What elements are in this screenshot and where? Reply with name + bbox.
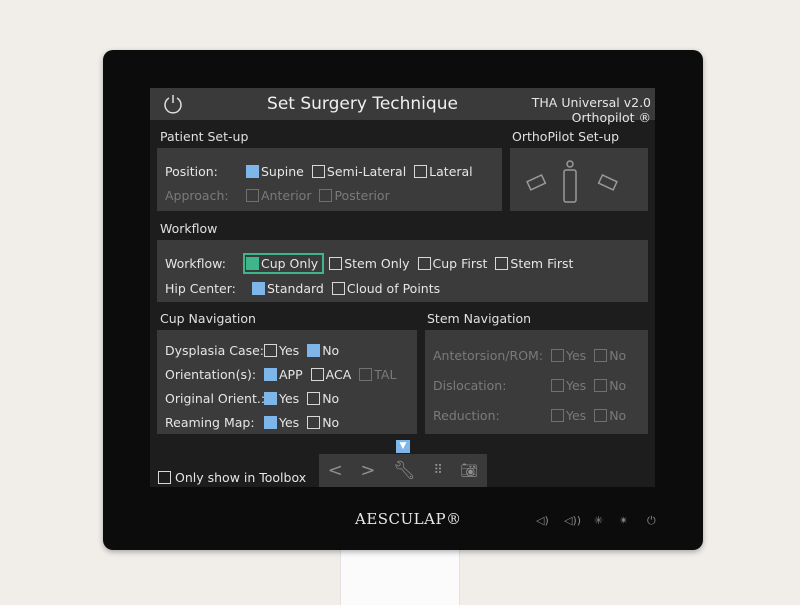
volume-down-icon[interactable]: ◁) (536, 514, 549, 527)
orientation-label: Orientation(s): (165, 367, 257, 382)
aesculap-logo: AESCULAP® (355, 510, 462, 528)
toolbox-checkbox[interactable] (158, 471, 171, 484)
position-semi-lateral[interactable]: Semi-Lateral (311, 164, 406, 179)
hip-center-cloud-of-points[interactable]: Cloud of Points (331, 281, 440, 296)
orientation-aca[interactable]: ACA (310, 367, 351, 382)
dislocation-label: Dislocation: (433, 378, 507, 393)
grid-icon[interactable]: ⠿ (433, 463, 443, 478)
monitor-stand (340, 545, 460, 605)
screen: Set Surgery Technique THA Universal v2.0… (150, 88, 655, 487)
wrench-icon[interactable]: 🔧︎ (393, 460, 416, 481)
position-label: Position: (165, 164, 218, 179)
approach-row: Approach: Anterior Posterior (165, 188, 394, 203)
approach-anterior: Anterior (246, 188, 311, 203)
product-name: THA Universal v2.0 (531, 95, 651, 110)
reduction-row: Reduction: Yes No (433, 408, 630, 423)
reduction-label: Reduction: (433, 408, 500, 423)
workflow-cup-only[interactable]: Cup Only (242, 253, 325, 274)
original-orient-label: Original Orient.: (165, 391, 266, 406)
dislocation-row: Dislocation: Yes No (433, 378, 630, 393)
orientation-tal: TAL (359, 367, 396, 382)
brightness-down-icon[interactable]: ✳ (594, 514, 603, 527)
page-title: Set Surgery Technique (267, 94, 458, 114)
brightness-up-icon[interactable]: ✴ (619, 514, 628, 527)
hardware-power-icon[interactable]: ⏻ (647, 514, 656, 528)
antetorsion-row: Antetorsion/ROM: Yes No (433, 348, 630, 363)
approach-posterior: Posterior (319, 188, 390, 203)
reduction-no: No (594, 408, 626, 423)
orientation-app[interactable]: APP (264, 367, 303, 382)
original-orient-no[interactable]: No (307, 391, 339, 406)
hip-center-label: Hip Center: (165, 281, 236, 296)
orthopilot-setup-heading: OrthoPilot Set-up (512, 129, 620, 144)
hip-center-standard[interactable]: Standard (252, 281, 324, 296)
workflow-heading: Workflow (160, 221, 218, 236)
hip-center-row: Hip Center: Standard Cloud of Points (165, 281, 444, 296)
camera-patient-setup-icon (526, 160, 618, 203)
cup-navigation-heading: Cup Navigation (160, 311, 256, 326)
original-orient-row: Original Orient.: Yes No (165, 391, 343, 406)
toolbox-label: Only show in Toolbox (175, 470, 307, 485)
dysplasia-yes[interactable]: Yes (264, 343, 299, 358)
workflow-cup-first[interactable]: Cup First (417, 256, 487, 271)
position-row: Position: Supine Semi-Lateral Lateral (165, 164, 477, 179)
antetorsion-label: Antetorsion/ROM: (433, 348, 544, 363)
toolbox-option[interactable]: Only show in Toolbox (158, 470, 306, 485)
dysplasia-no[interactable]: No (307, 343, 339, 358)
original-orient-yes[interactable]: Yes (264, 391, 299, 406)
antetorsion-no: No (594, 348, 626, 363)
version-info: THA Universal v2.0 Orthopilot ® (532, 95, 651, 125)
chevron-down-icon[interactable]: ▼ (396, 440, 410, 453)
reaming-map-row: Reaming Map: Yes No (165, 415, 343, 430)
reduction-yes: Yes (551, 408, 586, 423)
position-lateral[interactable]: Lateral (414, 164, 473, 179)
reaming-map-no[interactable]: No (307, 415, 339, 430)
position-supine[interactable]: Supine (246, 164, 304, 179)
toolbar: < > 🔧︎ ⠿ 📷︎ (319, 454, 487, 487)
camera-icon[interactable]: 📷︎ (460, 463, 478, 479)
approach-label: Approach: (165, 188, 229, 203)
back-icon[interactable]: < (328, 460, 343, 481)
orthopilot-setup-panel[interactable] (510, 148, 648, 211)
dislocation-no: No (594, 378, 626, 393)
stem-navigation-heading: Stem Navigation (427, 311, 532, 326)
workflow-stem-only[interactable]: Stem Only (329, 256, 410, 271)
volume-up-icon[interactable]: ◁)) (564, 514, 581, 527)
orientation-row: Orientation(s): APP ACA TAL (165, 367, 400, 382)
dislocation-yes: Yes (551, 378, 586, 393)
workflow-stem-first[interactable]: Stem First (495, 256, 573, 271)
brand-line: Orthopilot ® (571, 110, 651, 125)
workflow-row: Workflow: Cup Only Stem Only Cup First S… (165, 253, 577, 274)
patient-setup-heading: Patient Set-up (160, 129, 249, 144)
reaming-map-yes[interactable]: Yes (264, 415, 299, 430)
reaming-map-label: Reaming Map: (165, 415, 255, 430)
workflow-label: Workflow: (165, 256, 226, 271)
forward-icon[interactable]: > (360, 460, 375, 481)
antetorsion-yes: Yes (551, 348, 586, 363)
dysplasia-label: Dysplasia Case: (165, 343, 265, 358)
dysplasia-row: Dysplasia Case: Yes No (165, 343, 343, 358)
